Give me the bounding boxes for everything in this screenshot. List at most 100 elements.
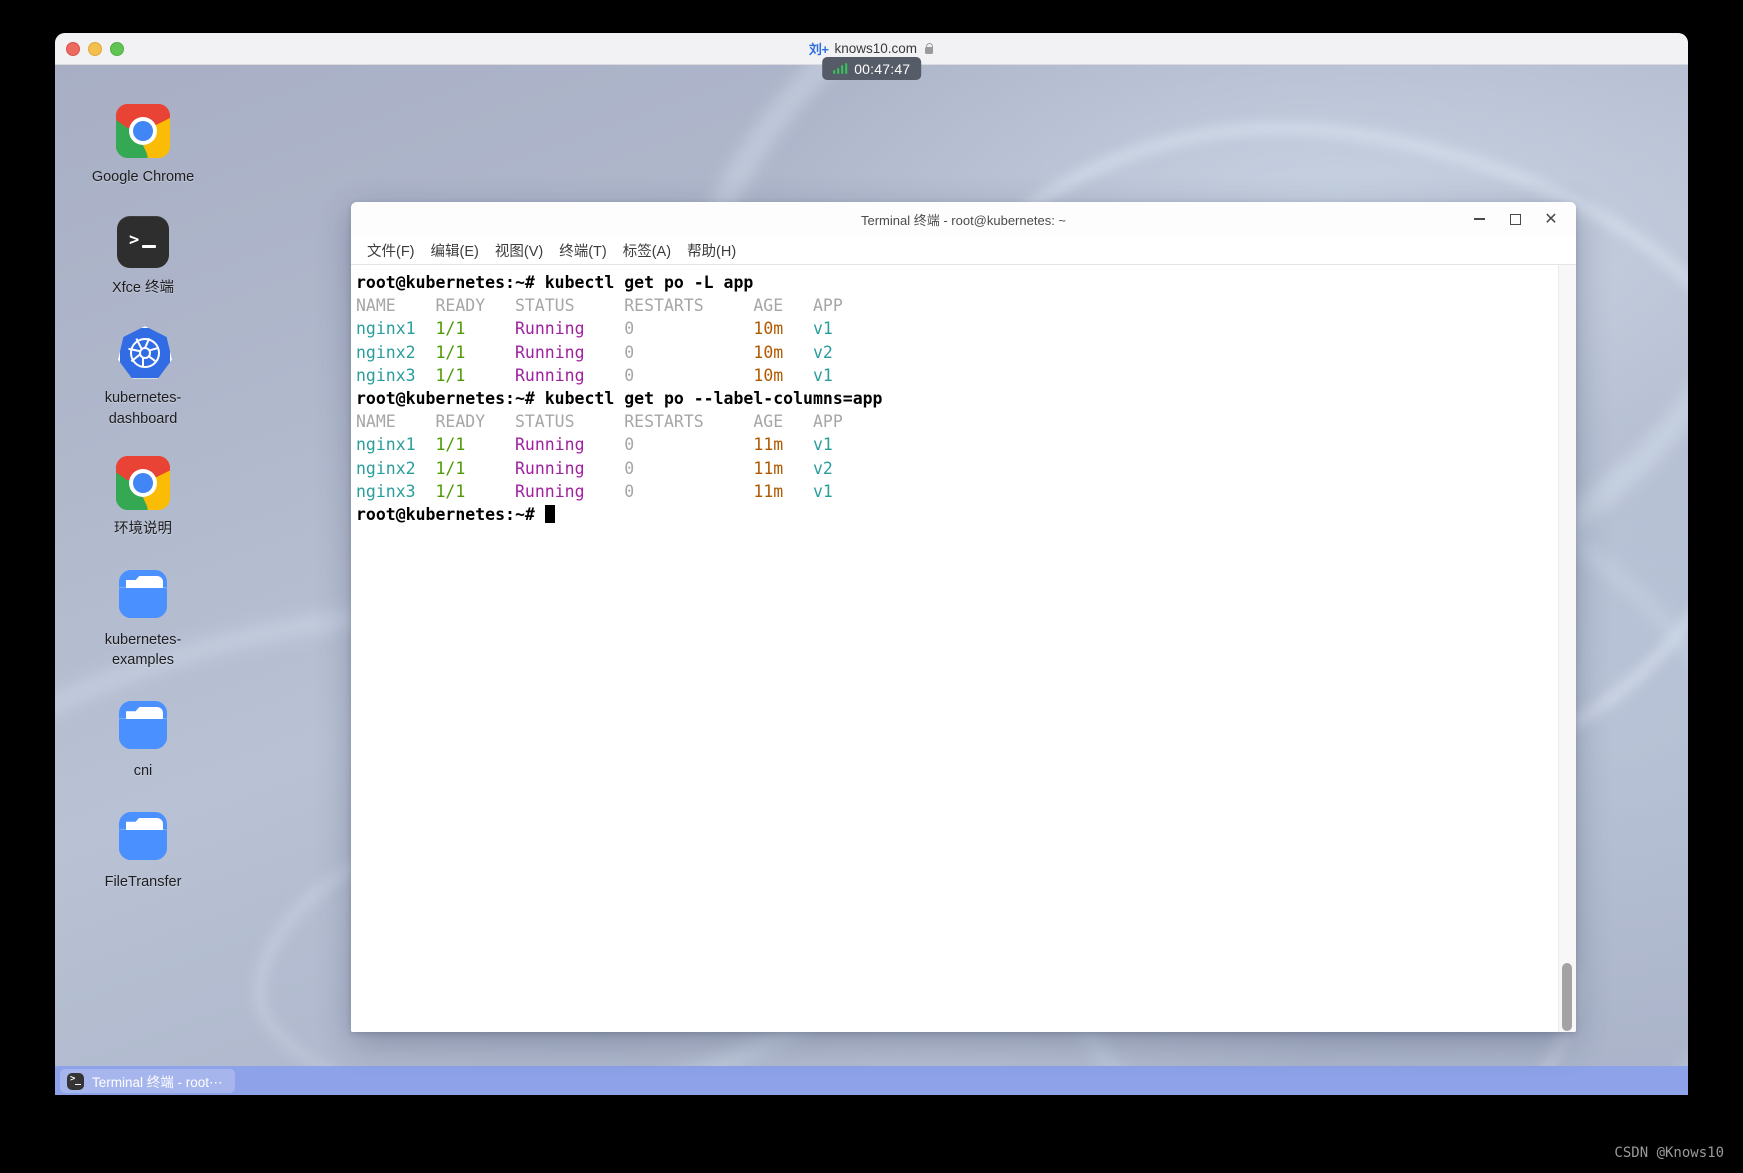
terminal-icon: > xyxy=(115,214,171,270)
pod-age: 10m xyxy=(753,365,813,385)
desktop-icon-filetransfer[interactable]: FileTransfer xyxy=(73,808,213,893)
terminal-table-header: NAME READY STATUS RESTARTS AGE APP xyxy=(356,296,843,316)
close-icon[interactable]: ✕ xyxy=(1534,205,1568,233)
menu-tabs[interactable]: 标签(A) xyxy=(616,237,678,264)
pod-app: v2 xyxy=(813,342,833,362)
desktop-icon-google-chrome[interactable]: Google Chrome xyxy=(73,103,213,188)
pod-age: 11m xyxy=(753,435,813,455)
terminal-titlebar[interactable]: Terminal 终端 - root@kubernetes: ~ ✕ xyxy=(351,202,1576,236)
pod-name: nginx3 xyxy=(356,365,436,385)
terminal-prompt: root@kubernetes:~# xyxy=(356,504,545,524)
pod-status: Running xyxy=(514,319,625,339)
pod-restarts: 0 xyxy=(624,435,754,455)
pod-age: 11m xyxy=(753,481,813,501)
desktop-icon-label: cni xyxy=(133,763,153,780)
terminal-line: nginx1 1/1 Running 0 11m v1 xyxy=(356,433,1558,456)
pod-age: 10m xyxy=(753,342,813,362)
pod-name: nginx1 xyxy=(356,319,436,339)
menu-edit[interactable]: 编辑(E) xyxy=(424,237,486,264)
pod-status: Running xyxy=(514,365,625,385)
url-text: knows10.com xyxy=(834,41,918,56)
taskbar-button-terminal[interactable]: Terminal 终端 - root⋯ xyxy=(60,1069,235,1093)
signal-bars-icon xyxy=(832,63,848,74)
terminal-menubar: 文件(F) 编辑(E) 视图(V) 终端(T) 标签(A) 帮助(H) xyxy=(351,236,1576,265)
pod-restarts: 0 xyxy=(624,365,754,385)
kubernetes-icon xyxy=(115,324,172,380)
desktop-icon-label: kubernetes-examples xyxy=(104,631,182,669)
terminal-scrollbar-thumb[interactable] xyxy=(1562,963,1572,1031)
menu-help[interactable]: 帮助(H) xyxy=(680,237,743,264)
pod-app: v1 xyxy=(813,435,833,455)
desktop-icon-xfce-terminal[interactable]: > Xfce 终端 xyxy=(73,214,213,299)
pod-status: Running xyxy=(514,481,625,501)
terminal-command: root@kubernetes:~# kubectl get po -L app xyxy=(356,273,754,292)
terminal-line: NAME READY STATUS RESTARTS AGE APP xyxy=(356,410,1558,433)
pod-name: nginx3 xyxy=(356,481,436,501)
pod-app: v1 xyxy=(813,365,833,385)
folder-icon xyxy=(115,566,171,622)
desktop-icon-huanjing-shuoming[interactable]: 环境说明 xyxy=(73,455,213,540)
terminal-cursor xyxy=(544,504,555,523)
terminal-window: Terminal 终端 - root@kubernetes: ~ ✕ 文件(F)… xyxy=(351,202,1576,1032)
terminal-table-header: NAME READY STATUS RESTARTS AGE APP xyxy=(356,412,843,432)
maximize-icon[interactable] xyxy=(1498,205,1532,233)
terminal-line: root@kubernetes:~# kubectl get po --labe… xyxy=(356,387,1558,410)
desktop-icon-kubernetes-dashboard[interactable]: kubernetes-dashboard xyxy=(73,324,213,429)
desktop-icon-list: Google Chrome > Xfce 终端 kubernetes-dashb… xyxy=(73,103,213,918)
pod-name: nginx1 xyxy=(356,435,436,455)
menu-view[interactable]: 视图(V) xyxy=(488,237,550,264)
browser-window: 刘+ knows10.com Google Chrome > Xfce 终端 k… xyxy=(55,33,1688,1095)
pod-ready: 1/1 xyxy=(435,458,515,478)
pod-name: nginx2 xyxy=(356,458,436,478)
terminal-line: root@kubernetes:~# kubectl get po -L app xyxy=(356,271,1558,294)
terminal-line: nginx3 1/1 Running 0 11m v1 xyxy=(356,480,1558,503)
pod-name: nginx2 xyxy=(356,342,436,362)
folder-icon xyxy=(115,697,171,753)
desktop-icon-label: FileTransfer xyxy=(104,873,182,890)
desktop: Google Chrome > Xfce 终端 kubernetes-dashb… xyxy=(55,65,1688,1095)
pod-restarts: 0 xyxy=(624,481,754,501)
terminal-command: root@kubernetes:~# kubectl get po --labe… xyxy=(356,388,883,408)
pod-app: v2 xyxy=(813,458,833,478)
minimize-icon[interactable] xyxy=(1462,205,1496,233)
desktop-icon-kubernetes-examples[interactable]: kubernetes-examples xyxy=(73,566,213,671)
pod-app: v1 xyxy=(813,481,833,501)
terminal-line: nginx3 1/1 Running 0 10m v1 xyxy=(356,364,1558,387)
desktop-icon-cni[interactable]: cni xyxy=(73,697,213,782)
desktop-icon-label: kubernetes-dashboard xyxy=(104,390,182,427)
pod-age: 10m xyxy=(753,319,813,339)
pod-ready: 1/1 xyxy=(435,365,515,385)
terminal-icon xyxy=(67,1072,84,1090)
terminal-line: nginx2 1/1 Running 0 10m v2 xyxy=(356,341,1558,364)
terminal-window-controls: ✕ xyxy=(1462,202,1568,236)
desktop-icon-label: Google Chrome xyxy=(91,169,195,185)
pod-ready: 1/1 xyxy=(435,481,515,501)
pod-age: 11m xyxy=(753,458,813,478)
folder-icon xyxy=(115,808,171,864)
pod-restarts: 0 xyxy=(624,342,754,362)
chrome-icon xyxy=(115,455,171,511)
pod-ready: 1/1 xyxy=(435,342,515,362)
watermark: CSDN @Knows10 xyxy=(1614,1145,1724,1161)
desktop-icon-label: 环境说明 xyxy=(114,521,172,538)
pod-status: Running xyxy=(514,458,625,478)
time-text: 00:47:47 xyxy=(854,60,911,77)
terminal-line: root@kubernetes:~# xyxy=(356,503,1558,526)
terminal-line: NAME READY STATUS RESTARTS AGE APP xyxy=(356,294,1558,317)
screenshot-root: 刘+ knows10.com Google Chrome > Xfce 终端 k… xyxy=(0,0,1743,1173)
terminal-line: nginx2 1/1 Running 0 11m v2 xyxy=(356,457,1558,480)
pod-restarts: 0 xyxy=(624,319,754,339)
terminal-line: nginx1 1/1 Running 0 10m v1 xyxy=(356,317,1558,340)
menu-file[interactable]: 文件(F) xyxy=(360,237,422,264)
chrome-icon xyxy=(115,103,171,159)
menu-terminal[interactable]: 终端(T) xyxy=(552,237,614,264)
taskbar: Terminal 终端 - root⋯ xyxy=(55,1066,1688,1095)
time-badge: 00:47:47 xyxy=(821,57,922,80)
terminal-scrollbar[interactable] xyxy=(1558,265,1576,1032)
taskbar-button-label: Terminal 终端 - root⋯ xyxy=(92,1075,223,1090)
pod-status: Running xyxy=(514,342,625,362)
site-badge-icon: 刘+ xyxy=(808,42,829,57)
pod-ready: 1/1 xyxy=(435,435,515,455)
pod-restarts: 0 xyxy=(624,458,754,478)
terminal-screen[interactable]: root@kubernetes:~# kubectl get po -L app… xyxy=(351,265,1558,1032)
